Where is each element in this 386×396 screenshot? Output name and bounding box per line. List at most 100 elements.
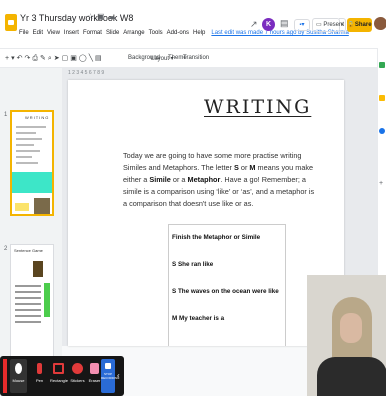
comments-icon[interactable]: ▤ bbox=[280, 18, 289, 29]
app-window: Yr 3 Thursday workbook W8 ☆▣☁ File Edit … bbox=[0, 0, 386, 396]
star-icon[interactable]: ☆ bbox=[87, 12, 97, 21]
exercise-line-3: M My teacher is a bbox=[172, 315, 225, 322]
menu-bar: File Edit View Insert Format Slide Arran… bbox=[19, 30, 349, 40]
slide-number-1: 1 bbox=[4, 112, 8, 118]
record-indicator-icon bbox=[3, 359, 7, 393]
exercise-line-2: S The waves on the ocean were like bbox=[172, 288, 279, 295]
exercise-box[interactable]: Finish the Metaphor or Simile S She ran … bbox=[168, 224, 286, 346]
body-bold: Metaphor bbox=[187, 175, 221, 184]
thumb-row bbox=[15, 309, 41, 311]
thumb-line bbox=[16, 126, 46, 128]
menu-format[interactable]: Format bbox=[83, 30, 102, 40]
stickers-tool[interactable]: Stickers bbox=[69, 359, 86, 393]
webcam-person-shirt bbox=[317, 357, 386, 396]
textbox-icon[interactable]: ▢ bbox=[62, 55, 71, 62]
drawing-toolbar: Mouse Pen Rectangle Stickers Eraser STOP… bbox=[0, 356, 124, 396]
thumb-row bbox=[15, 285, 41, 287]
meet-button[interactable]: ▪▾ bbox=[294, 19, 310, 31]
thumb-teal-block bbox=[12, 172, 52, 193]
menu-file[interactable]: File bbox=[19, 30, 29, 40]
print-icon[interactable]: ⎙ bbox=[32, 55, 40, 62]
body-bold: Simile bbox=[149, 175, 171, 184]
mouse-icon bbox=[15, 363, 22, 374]
transition-button[interactable]: Transition bbox=[183, 55, 209, 61]
title-icons: ☆▣☁ bbox=[87, 12, 119, 21]
slides-logo-icon[interactable] bbox=[5, 14, 17, 31]
menu-slide[interactable]: Slide bbox=[106, 30, 119, 40]
thumb-line bbox=[16, 138, 42, 140]
menu-edit[interactable]: Edit bbox=[33, 30, 43, 40]
slide-body-text[interactable]: Today we are going to have some more pra… bbox=[123, 150, 319, 210]
add-addon-icon[interactable]: + bbox=[379, 180, 385, 187]
paint-format-icon[interactable]: ✎ bbox=[40, 55, 48, 62]
toolbar-icons: +▾↶↷⎙✎⌕➤▢▣◯╲▤ bbox=[5, 54, 104, 63]
move-to-folder-icon[interactable]: ▣ bbox=[97, 12, 108, 21]
header: Yr 3 Thursday workbook W8 ☆▣☁ File Edit … bbox=[0, 0, 386, 48]
stickers-icon bbox=[72, 363, 83, 374]
tool-label: Rectangle bbox=[50, 378, 69, 383]
thumb-line bbox=[16, 150, 40, 152]
select-icon[interactable]: ➤ bbox=[54, 55, 62, 62]
thumb-green-block bbox=[44, 283, 50, 317]
slide-thumbnail-1[interactable]: WRITING bbox=[10, 110, 54, 216]
thumb-picture bbox=[33, 261, 43, 277]
mouse-tool[interactable]: Mouse bbox=[10, 359, 27, 393]
comment-add-icon[interactable]: ▤ bbox=[95, 55, 104, 62]
menu-view[interactable]: View bbox=[47, 30, 60, 40]
thumb-line bbox=[16, 132, 36, 134]
tool-label: Pen bbox=[35, 378, 44, 383]
menu-insert[interactable]: Insert bbox=[64, 30, 79, 40]
menu-arrange[interactable]: Arrange bbox=[123, 30, 144, 40]
thumb-line bbox=[16, 162, 38, 164]
cloud-status-icon[interactable]: ☁ bbox=[108, 12, 119, 21]
body-text: or bbox=[238, 163, 250, 172]
share-label: Share bbox=[354, 22, 372, 28]
present-button[interactable]: ▭ Present bbox=[312, 18, 344, 32]
exercise-line-1: S She ran like bbox=[172, 261, 214, 268]
slide-filmstrip: 1 WRITING 2 Sentence Game bbox=[0, 68, 62, 396]
user-avatar[interactable] bbox=[374, 17, 386, 30]
rectangle-tool[interactable]: Rectangle bbox=[50, 359, 69, 393]
stop-icon bbox=[105, 363, 111, 369]
tool-label: STOP RECORDING bbox=[101, 372, 120, 380]
pen-icon bbox=[37, 363, 42, 374]
toolbar: +▾↶↷⎙✎⌕➤▢▣◯╲▤ Background Layout ▾ Theme … bbox=[0, 48, 377, 68]
image-icon[interactable]: ▣ bbox=[70, 55, 79, 62]
horizontal-ruler: 1 2 3 4 5 6 7 8 9 bbox=[68, 70, 105, 76]
exercise-heading: Finish the Metaphor or Simile bbox=[172, 234, 261, 241]
tool-label: Mouse bbox=[12, 378, 25, 383]
pen-tool[interactable]: Pen bbox=[31, 359, 48, 393]
tool-label: Stickers bbox=[70, 378, 85, 383]
slide-number-2: 2 bbox=[4, 246, 8, 252]
stop-recording-button[interactable]: STOP RECORDING bbox=[101, 359, 120, 393]
thumb-row bbox=[15, 297, 41, 299]
thumb-line bbox=[16, 144, 34, 146]
meet-icon: ▪▾ bbox=[299, 22, 305, 28]
sheets-icon[interactable] bbox=[379, 62, 385, 68]
chevron-left-icon[interactable]: ‹ bbox=[117, 371, 120, 380]
webcam-person-face bbox=[340, 313, 362, 343]
keep-icon[interactable] bbox=[379, 95, 385, 101]
thumb-title: WRITING bbox=[25, 115, 50, 120]
tasks-icon[interactable] bbox=[379, 128, 385, 134]
menu-tools[interactable]: Tools bbox=[149, 30, 163, 40]
present-dropdown-icon[interactable]: ▾ bbox=[339, 18, 346, 32]
menu-help[interactable]: Help bbox=[193, 30, 205, 40]
thumb-title: Sentence Game bbox=[14, 248, 43, 253]
webcam-overlay[interactable] bbox=[307, 275, 386, 396]
body-text: or a bbox=[170, 175, 188, 184]
menu-addons[interactable]: Add-ons bbox=[167, 30, 189, 40]
lock-icon: 🔒 bbox=[347, 22, 355, 28]
share-button[interactable]: 🔒Share bbox=[347, 18, 372, 32]
account-avatar-k[interactable]: K bbox=[262, 18, 275, 31]
activity-icon[interactable]: ↗ bbox=[250, 19, 258, 30]
thumb-row bbox=[15, 291, 41, 293]
slide-title[interactable]: WRITING bbox=[204, 96, 311, 118]
slide-canvas[interactable]: WRITING Today we are going to have some … bbox=[68, 80, 344, 346]
thumb-line bbox=[16, 156, 32, 158]
thumb-row bbox=[15, 321, 41, 323]
thumb-picture bbox=[34, 198, 50, 214]
eraser-icon bbox=[90, 363, 99, 374]
shape-icon[interactable]: ◯ bbox=[79, 55, 89, 62]
thumb-row bbox=[15, 315, 41, 317]
